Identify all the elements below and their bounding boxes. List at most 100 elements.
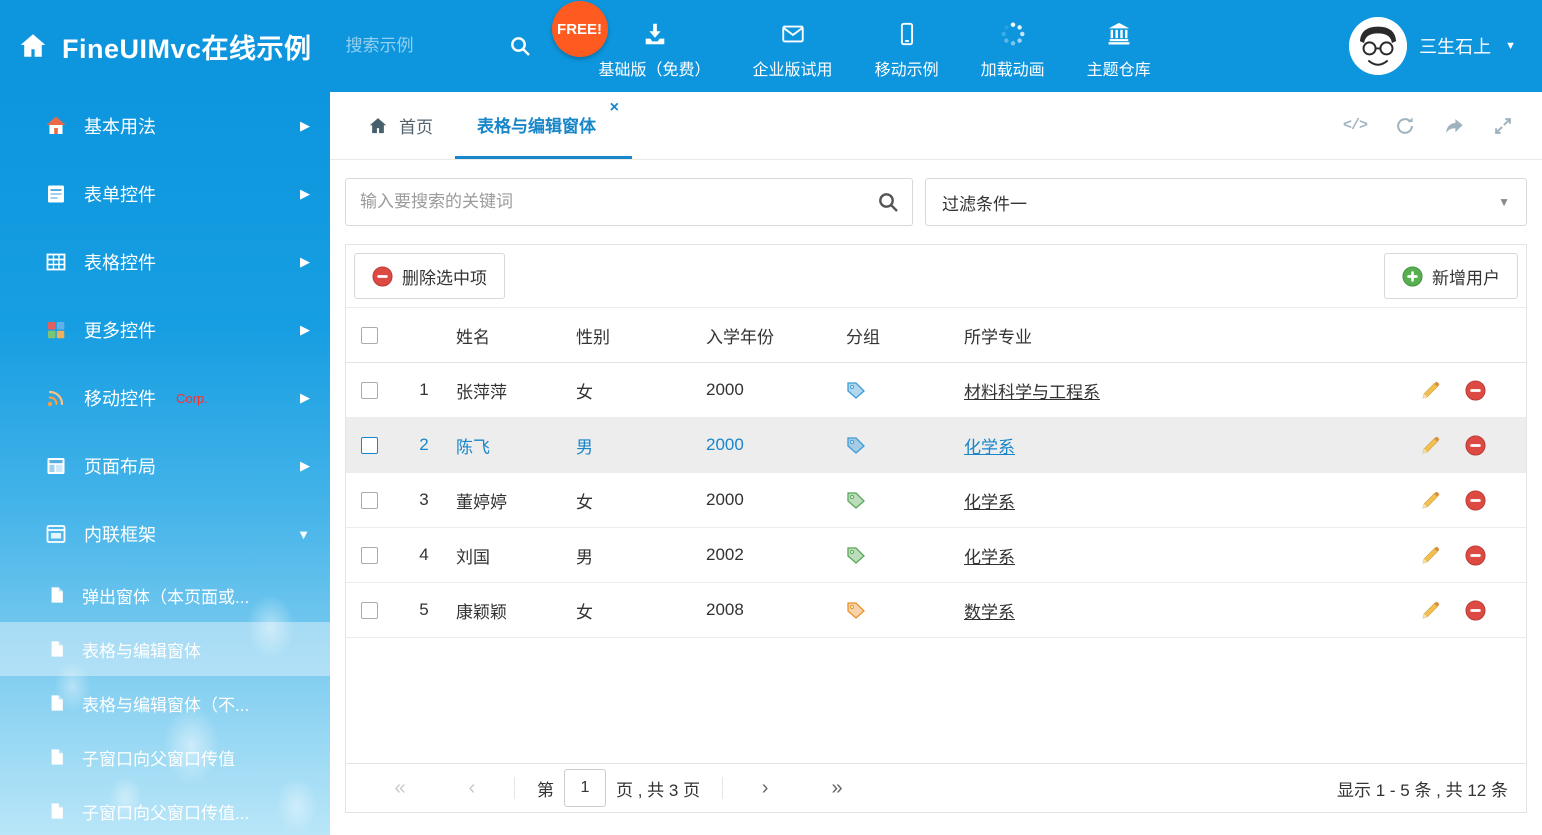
tab-home[interactable]: 首页	[346, 92, 455, 159]
sidebar-subitem-child-to-parent-2[interactable]: 子窗口向父窗口传值...	[0, 784, 330, 835]
major-link[interactable]: 化学系	[964, 548, 1015, 567]
sidebar-item-basic-usage[interactable]: 基本用法 ▶	[0, 92, 330, 160]
next-page-button[interactable]: ›	[729, 777, 801, 800]
delete-row-icon[interactable]	[1465, 600, 1486, 621]
row-gender: 男	[570, 543, 700, 568]
row-name: 陈飞	[450, 433, 570, 458]
column-header-year: 入学年份	[700, 323, 840, 348]
home-icon	[44, 115, 68, 137]
sidebar-item-table-controls[interactable]: 表格控件 ▶	[0, 228, 330, 296]
row-actions	[1414, 380, 1526, 401]
tag-icon	[846, 545, 866, 565]
row-major: 材料科学与工程系	[958, 378, 1414, 403]
chevron-right-icon: ▶	[300, 118, 310, 134]
row-name: 张萍萍	[450, 378, 570, 403]
last-page-button[interactable]: »	[801, 777, 873, 800]
major-link[interactable]: 材料科学与工程系	[964, 383, 1100, 402]
add-user-button[interactable]: 新增用户	[1384, 253, 1518, 299]
row-checkbox[interactable]	[361, 602, 378, 619]
caret-down-icon: ▼	[1505, 40, 1516, 52]
delete-row-icon[interactable]	[1465, 380, 1486, 401]
page-count-label: 页 , 共 3 页	[616, 776, 700, 801]
sidebar-subitem-grid-edit-window-2[interactable]: 表格与编辑窗体（不...	[0, 676, 330, 730]
tab-bar: 首页 表格与编辑窗体 × </>	[330, 92, 1542, 160]
plus-circle-icon	[1402, 266, 1423, 287]
filter-dropdown-value: 过滤条件一	[942, 190, 1027, 215]
delete-row-icon[interactable]	[1465, 490, 1486, 511]
major-link[interactable]: 化学系	[964, 438, 1015, 457]
delete-row-icon[interactable]	[1465, 435, 1486, 456]
row-major: 化学系	[958, 433, 1414, 458]
chevron-right-icon: ▶	[300, 322, 310, 338]
user-menu[interactable]: 三生石上 ▼	[1349, 17, 1542, 75]
row-checkbox[interactable]	[361, 547, 378, 564]
table-row[interactable]: 1 张萍萍 女 2000 材料科学与工程系	[346, 363, 1526, 418]
blocks-icon	[44, 319, 68, 341]
layout-icon	[44, 455, 68, 477]
tab-label: 首页	[399, 113, 433, 138]
row-index: 1	[392, 380, 450, 400]
row-checkbox[interactable]	[361, 437, 378, 454]
prev-page-button[interactable]: ‹	[436, 777, 508, 800]
open-new-window-icon[interactable]	[1443, 115, 1465, 137]
brand[interactable]: FineUIMvc在线示例	[0, 27, 312, 66]
sidebar-subitem-child-to-parent[interactable]: 子窗口向父窗口传值	[0, 730, 330, 784]
edit-pencil-icon[interactable]	[1420, 545, 1441, 566]
row-actions	[1414, 490, 1526, 511]
page-number-input[interactable]	[564, 769, 606, 807]
app-title: FineUIMvc在线示例	[62, 27, 312, 66]
tab-grid-edit-window[interactable]: 表格与编辑窗体 ×	[455, 92, 632, 159]
table-row-selected[interactable]: 2 陈飞 男 2000 化学系	[346, 418, 1526, 473]
row-checkbox[interactable]	[361, 382, 378, 399]
column-header-group: 分组	[840, 323, 958, 348]
nav-enterprise-trial[interactable]: 企业版试用	[732, 0, 854, 80]
fullscreen-icon[interactable]	[1492, 115, 1514, 137]
header-search-input[interactable]	[346, 36, 498, 56]
row-index: 2	[392, 435, 450, 455]
sidebar-item-label: 表格控件	[84, 249, 156, 275]
nav-loading-animation[interactable]: 加载动画	[960, 0, 1066, 80]
table-row[interactable]: 3 董婷婷 女 2000 化学系	[346, 473, 1526, 528]
sidebar-item-mobile-controls[interactable]: 移动控件 Corp. ▶	[0, 364, 330, 432]
table-row[interactable]: 5 康颖颖 女 2008 数学系	[346, 583, 1526, 638]
edit-pencil-icon[interactable]	[1420, 490, 1441, 511]
sidebar-item-form-controls[interactable]: 表单控件 ▶	[0, 160, 330, 228]
nav-basic-edition[interactable]: FREE! 基础版（免费）	[578, 0, 732, 80]
sidebar-item-page-layout[interactable]: 页面布局 ▶	[0, 432, 330, 500]
search-icon[interactable]	[508, 34, 532, 58]
column-header-major: 所学专业	[958, 323, 1414, 348]
first-page-button[interactable]: «	[364, 777, 436, 800]
edit-pencil-icon[interactable]	[1420, 600, 1441, 621]
top-header: FineUIMvc在线示例 FREE! 基础版（免费） 企业版试用 移动示例	[0, 0, 1542, 92]
row-group	[840, 545, 958, 565]
row-check-cell	[346, 437, 392, 454]
sidebar-item-more-controls[interactable]: 更多控件 ▶	[0, 296, 330, 364]
tag-icon	[846, 435, 866, 455]
spinner-icon	[1000, 20, 1026, 48]
keyword-search-input[interactable]	[345, 178, 913, 226]
edit-pencil-icon[interactable]	[1420, 380, 1441, 401]
source-code-icon[interactable]: </>	[1343, 117, 1367, 134]
delete-row-icon[interactable]	[1465, 545, 1486, 566]
nav-theme-repository[interactable]: 主题仓库	[1066, 0, 1172, 80]
select-all-checkbox[interactable]	[361, 327, 378, 344]
chevron-right-icon: ▶	[300, 186, 310, 202]
row-group	[840, 600, 958, 620]
row-checkbox[interactable]	[361, 492, 378, 509]
row-major: 化学系	[958, 543, 1414, 568]
search-icon[interactable]	[876, 190, 900, 214]
sidebar-subitem-grid-edit-window[interactable]: 表格与编辑窗体	[0, 622, 330, 676]
envelope-icon	[780, 20, 806, 48]
edit-pencil-icon[interactable]	[1420, 435, 1441, 456]
major-link[interactable]: 化学系	[964, 493, 1015, 512]
filter-dropdown[interactable]: 过滤条件一 ▼	[925, 178, 1527, 226]
refresh-icon[interactable]	[1394, 115, 1416, 137]
delete-selected-button[interactable]: 删除选中项	[354, 253, 505, 299]
sidebar-subitem-popup-window[interactable]: 弹出窗体（本页面或...	[0, 568, 330, 622]
close-icon[interactable]: ×	[610, 100, 619, 116]
major-link[interactable]: 数学系	[964, 603, 1015, 622]
sidebar-item-inline-frame[interactable]: 内联框架 ▼	[0, 500, 330, 568]
row-index: 5	[392, 600, 450, 620]
nav-mobile-demo[interactable]: 移动示例	[854, 0, 960, 80]
table-row[interactable]: 4 刘国 男 2002 化学系	[346, 528, 1526, 583]
